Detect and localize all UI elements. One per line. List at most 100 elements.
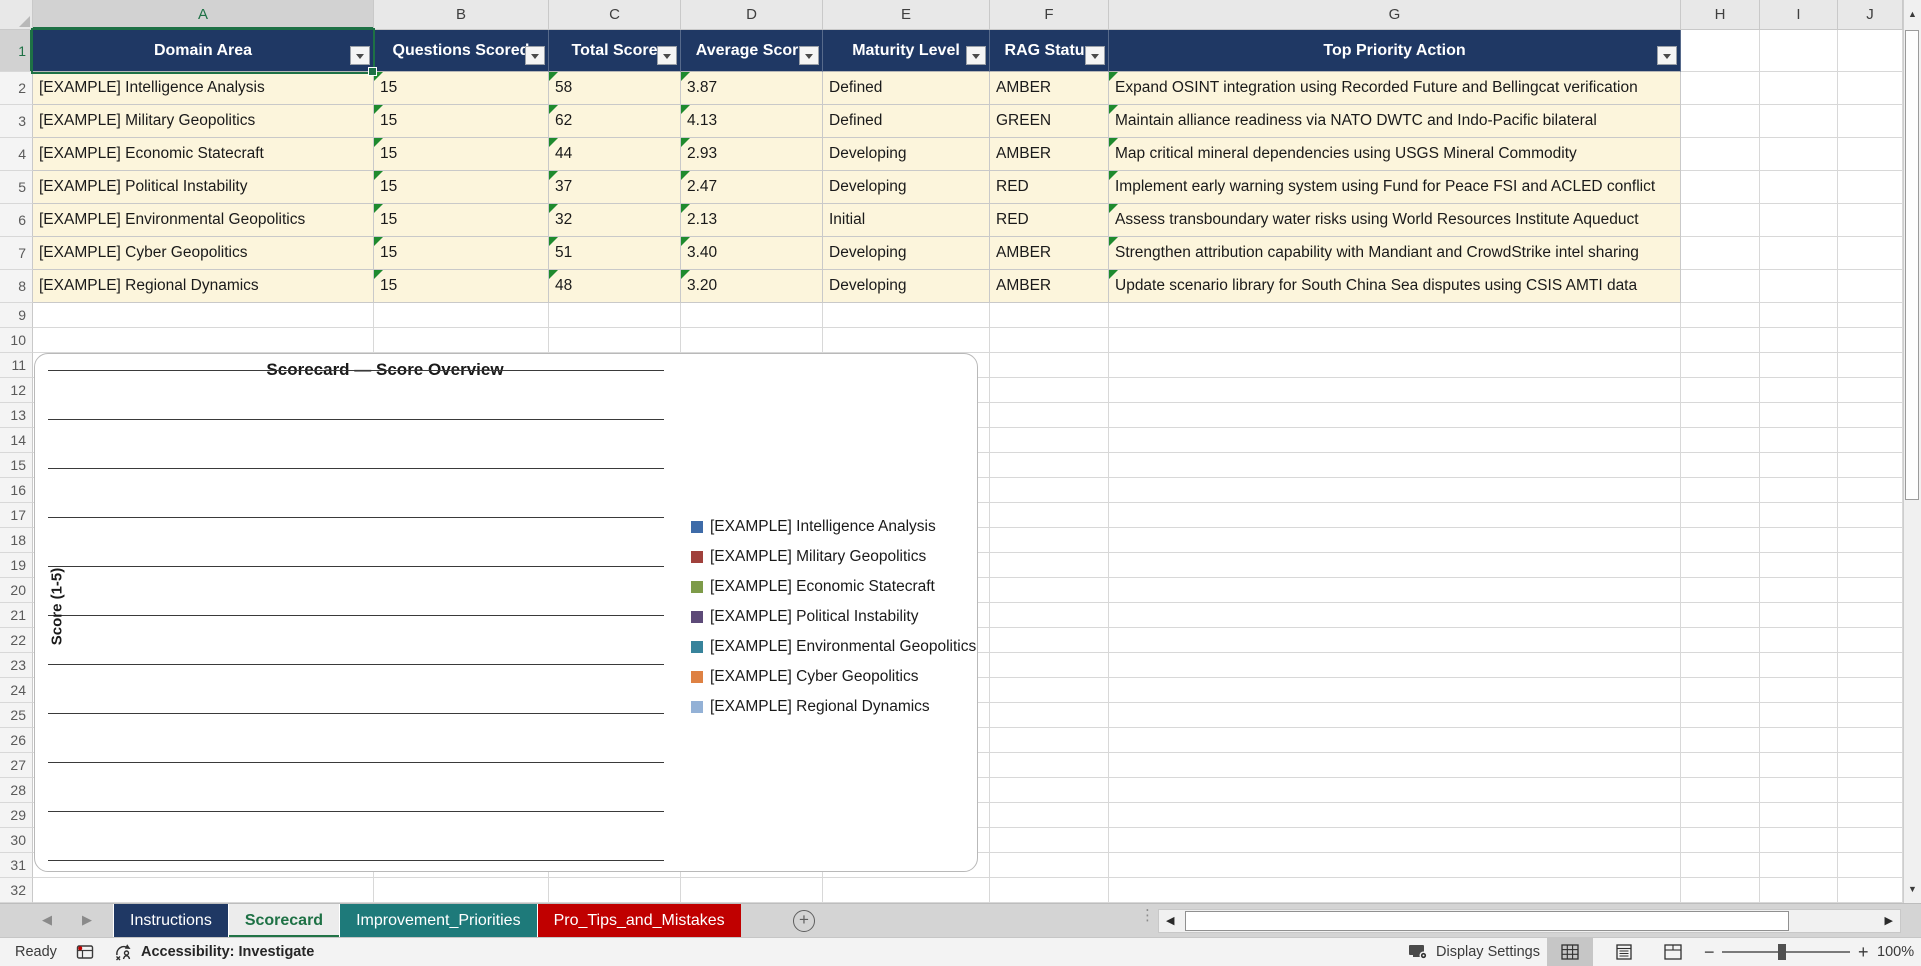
empty-cell[interactable] (1838, 853, 1903, 878)
header-cell-maturity-level[interactable]: Maturity Level (823, 30, 990, 72)
empty-cell[interactable] (1838, 453, 1903, 478)
legend-item[interactable]: [EXAMPLE] Regional Dynamics (691, 692, 976, 722)
header-cell-domain-area[interactable]: Domain Area (33, 30, 374, 72)
filter-dropdown-button[interactable] (657, 46, 677, 65)
empty-cell[interactable] (1681, 878, 1760, 903)
empty-cell[interactable] (1681, 72, 1760, 105)
empty-cell[interactable] (1681, 353, 1760, 378)
empty-cell[interactable] (1681, 403, 1760, 428)
column-header-B[interactable]: B (374, 0, 549, 30)
empty-cell[interactable] (1760, 628, 1838, 653)
empty-cell[interactable] (1760, 778, 1838, 803)
empty-cell[interactable] (1109, 503, 1681, 528)
column-header-A[interactable]: A (33, 0, 374, 30)
row-header-15[interactable]: 15 (0, 453, 33, 478)
empty-cell[interactable] (1838, 353, 1903, 378)
empty-cell[interactable] (33, 878, 374, 903)
empty-cell[interactable] (990, 803, 1109, 828)
empty-cell[interactable] (1760, 528, 1838, 553)
empty-cell[interactable] (1760, 603, 1838, 628)
empty-cell[interactable] (1681, 803, 1760, 828)
row-header-29[interactable]: 29 (0, 803, 33, 828)
empty-cell[interactable] (33, 303, 374, 328)
empty-cell[interactable] (990, 503, 1109, 528)
empty-cell[interactable] (990, 603, 1109, 628)
zoom-in-button[interactable]: + (1852, 938, 1875, 966)
cell-total[interactable]: 48 (549, 270, 681, 303)
empty-cell[interactable] (1838, 105, 1903, 138)
column-header-D[interactable]: D (681, 0, 823, 30)
row-header-19[interactable]: 19 (0, 553, 33, 578)
legend-item[interactable]: [EXAMPLE] Economic Statecraft (691, 572, 976, 602)
accessibility-status[interactable]: Accessibility: Investigate (141, 938, 314, 966)
filter-dropdown-button[interactable] (799, 46, 819, 65)
cell-questions[interactable]: 15 (374, 138, 549, 171)
empty-cell[interactable] (1109, 828, 1681, 853)
empty-cell[interactable] (990, 403, 1109, 428)
scrollbar-grip-icon[interactable]: ⋮ (1140, 910, 1150, 921)
row-header-18[interactable]: 18 (0, 528, 33, 553)
column-header-I[interactable]: I (1760, 0, 1838, 30)
empty-cell[interactable] (1109, 778, 1681, 803)
empty-cell[interactable] (1109, 428, 1681, 453)
empty-cell[interactable] (1760, 378, 1838, 403)
vertical-scrollbar-thumb[interactable] (1905, 30, 1919, 500)
empty-cell[interactable] (1681, 728, 1760, 753)
empty-cell[interactable] (990, 678, 1109, 703)
column-header-E[interactable]: E (823, 0, 990, 30)
view-normal-button[interactable] (1547, 938, 1593, 966)
empty-cell[interactable] (1760, 72, 1838, 105)
filter-dropdown-button[interactable] (350, 46, 370, 65)
zoom-slider[interactable] (1722, 951, 1850, 953)
empty-cell[interactable] (1760, 828, 1838, 853)
row-header-17[interactable]: 17 (0, 503, 33, 528)
zoom-slider-thumb[interactable] (1778, 944, 1786, 960)
empty-cell[interactable] (990, 703, 1109, 728)
empty-cell[interactable] (1109, 453, 1681, 478)
empty-cell[interactable] (1838, 30, 1903, 72)
cell-questions[interactable]: 15 (374, 204, 549, 237)
legend-item[interactable]: [EXAMPLE] Intelligence Analysis (691, 512, 976, 542)
empty-cell[interactable] (374, 878, 549, 903)
cell-maturity[interactable]: Developing (823, 138, 990, 171)
row-header-7[interactable]: 7 (0, 237, 33, 270)
empty-cell[interactable] (1760, 303, 1838, 328)
scroll-right-icon[interactable]: ▶ (1885, 914, 1893, 927)
empty-cell[interactable] (1109, 478, 1681, 503)
empty-cell[interactable] (1760, 328, 1838, 353)
empty-cell[interactable] (1760, 30, 1838, 72)
scroll-down-icon[interactable]: ▼ (1904, 877, 1921, 901)
cell-maturity[interactable]: Developing (823, 237, 990, 270)
filter-dropdown-button[interactable] (525, 46, 545, 65)
empty-cell[interactable] (1681, 653, 1760, 678)
empty-cell[interactable] (549, 878, 681, 903)
zoom-out-button[interactable]: − (1698, 938, 1721, 966)
empty-cell[interactable] (1760, 853, 1838, 878)
empty-cell[interactable] (1760, 653, 1838, 678)
cell-questions[interactable]: 15 (374, 237, 549, 270)
filter-dropdown-button[interactable] (1085, 46, 1105, 65)
empty-cell[interactable] (1838, 603, 1903, 628)
cell-rag[interactable]: RED (990, 204, 1109, 237)
empty-cell[interactable] (681, 303, 823, 328)
row-header-26[interactable]: 26 (0, 728, 33, 753)
cell-average[interactable]: 2.13 (681, 204, 823, 237)
empty-cell[interactable] (823, 878, 990, 903)
empty-cell[interactable] (1109, 303, 1681, 328)
empty-cell[interactable] (1838, 204, 1903, 237)
cell-average[interactable]: 3.20 (681, 270, 823, 303)
empty-cell[interactable] (990, 553, 1109, 578)
empty-cell[interactable] (1760, 270, 1838, 303)
zoom-level[interactable]: 100% (1877, 938, 1914, 966)
row-header-27[interactable]: 27 (0, 753, 33, 778)
cell-total[interactable]: 44 (549, 138, 681, 171)
row-header-24[interactable]: 24 (0, 678, 33, 703)
empty-cell[interactable] (1760, 553, 1838, 578)
empty-cell[interactable] (1838, 138, 1903, 171)
cell-domain[interactable]: [EXAMPLE] Regional Dynamics (33, 270, 374, 303)
empty-cell[interactable] (1109, 353, 1681, 378)
empty-cell[interactable] (1838, 828, 1903, 853)
empty-cell[interactable] (990, 778, 1109, 803)
cell-total[interactable]: 62 (549, 105, 681, 138)
display-settings-button[interactable]: Display Settings (1408, 938, 1540, 966)
